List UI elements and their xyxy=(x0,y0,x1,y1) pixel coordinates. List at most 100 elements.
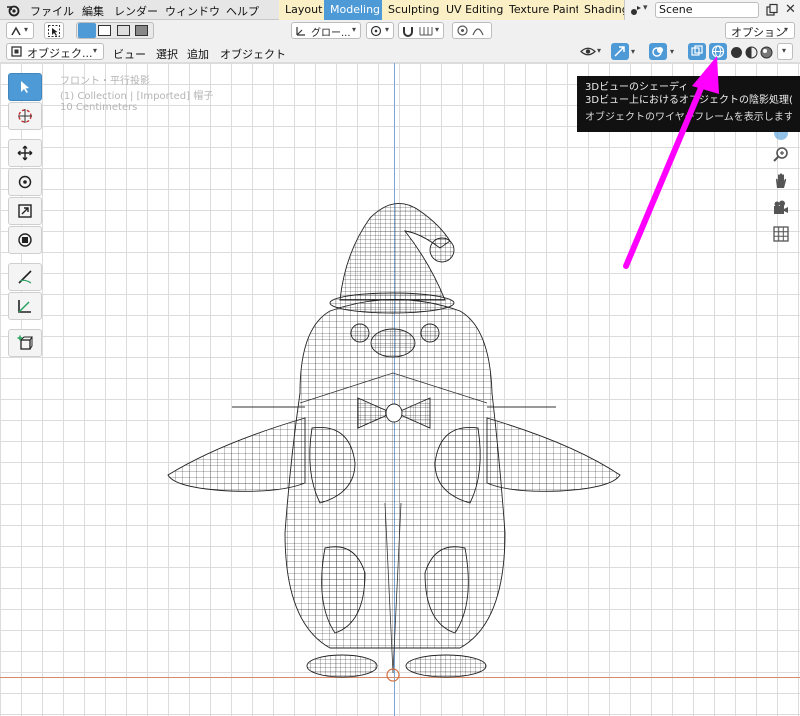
close-icon[interactable]: ✕ xyxy=(785,2,796,17)
tab-modeling[interactable]: Modeling xyxy=(324,0,388,20)
tooltip-description: オブジェクトのワイヤーフレームを表示します xyxy=(585,112,792,123)
cursor-tool[interactable] xyxy=(8,102,42,130)
options-dropdown[interactable]: オプション ▾ xyxy=(725,22,795,39)
select-tool-button[interactable] xyxy=(44,22,64,39)
transform-tool[interactable] xyxy=(8,226,42,254)
scene-selector: ▾ Scene ✕ xyxy=(624,0,800,20)
proportional-edit-icon[interactable] xyxy=(456,24,469,37)
select-new-icon[interactable] xyxy=(78,23,96,38)
tool-header: ▾ グロー... ▾ ▾ ▾ オプション ▾ xyxy=(0,20,800,41)
transform-icon xyxy=(18,233,32,247)
hand-pan-icon[interactable] xyxy=(771,171,791,191)
scene-icon[interactable] xyxy=(629,3,643,17)
scale-icon xyxy=(18,204,32,218)
xray-toggle[interactable] xyxy=(688,43,706,60)
options-label: オプション xyxy=(731,26,786,39)
material-preview-icon[interactable] xyxy=(745,46,758,59)
tab-texture-paint[interactable]: Texture Paint xyxy=(503,0,587,20)
annotate-tool[interactable] xyxy=(8,263,42,291)
mode-label: オブジェク... xyxy=(27,47,93,60)
move-arrows-icon xyxy=(17,145,33,161)
falloff-curve-icon[interactable] xyxy=(472,26,484,36)
add-cube-icon xyxy=(17,335,33,350)
pencil-icon xyxy=(18,270,32,284)
menu-window[interactable]: ウィンドウ xyxy=(165,3,220,19)
viewport-header: オブジェク... ▾ ビュー 選択 追加 オブジェクト ▾ ▾ ▾ ▾ xyxy=(0,41,800,63)
menu-file[interactable]: ファイル xyxy=(30,3,74,19)
shading-options-dropdown[interactable]: ▾ xyxy=(777,43,793,60)
visibility-dropdown[interactable]: ▾ xyxy=(578,43,606,60)
object-mode-icon xyxy=(11,46,22,57)
chevron-down-icon[interactable]: ▾ xyxy=(670,47,674,56)
3d-viewport[interactable]: フロント・平行投影 (1) Collection | [Imported] 帽子… xyxy=(0,63,800,716)
chevron-down-icon: ▾ xyxy=(93,46,98,55)
chevron-down-icon: ▾ xyxy=(782,46,787,55)
3d-cursor-icon xyxy=(18,109,32,123)
pivot-icon xyxy=(370,25,382,37)
move-tool[interactable] xyxy=(8,139,42,167)
top-menu-bar: ファイル 編集 レンダー ウィンドウ ヘルプ Layout Modeling S… xyxy=(0,0,800,20)
overlays-icon xyxy=(652,47,663,57)
menu-render[interactable]: レンダー xyxy=(114,3,158,19)
tab-uv-editing[interactable]: UV Editing xyxy=(440,0,511,20)
wireframe-shading-button[interactable] xyxy=(709,43,727,60)
select-box-tool[interactable] xyxy=(8,73,42,101)
measure-tool[interactable] xyxy=(8,292,42,320)
xray-icon xyxy=(691,45,703,56)
mode-dropdown[interactable]: オブジェク... ▾ xyxy=(6,43,104,60)
menu-view[interactable]: ビュー xyxy=(113,46,146,62)
snap-group: ▾ xyxy=(398,22,444,39)
pivot-point-dropdown[interactable]: ▾ xyxy=(366,22,394,39)
wireframe-sphere-icon xyxy=(711,45,725,58)
menu-edit[interactable]: 編集 xyxy=(82,3,104,19)
select-subtract-icon[interactable] xyxy=(117,25,130,36)
add-cube-tool[interactable] xyxy=(8,329,42,357)
tab-sculpting[interactable]: Sculpting xyxy=(382,0,447,20)
chevron-down-icon[interactable]: ▾ xyxy=(435,25,439,34)
tool-settings-dropdown[interactable]: ▾ xyxy=(6,22,34,39)
proportional-editing-group xyxy=(452,22,492,39)
selection-mode-group xyxy=(76,22,154,39)
select-invert-icon[interactable] xyxy=(135,25,148,36)
rotate-tool[interactable] xyxy=(8,168,42,196)
scene-name-field[interactable]: Scene xyxy=(655,2,759,18)
chevron-down-icon: ▾ xyxy=(385,25,390,34)
global-axis-icon xyxy=(296,27,305,36)
chevron-down-icon: ▾ xyxy=(352,25,357,34)
overlays-toggle[interactable] xyxy=(649,43,667,60)
chevron-down-icon[interactable]: ▾ xyxy=(643,3,648,13)
copy-icon[interactable] xyxy=(765,3,779,17)
menu-object[interactable]: オブジェクト xyxy=(220,46,286,62)
chevron-down-icon: ▾ xyxy=(24,25,29,34)
gizmo-icon xyxy=(614,46,625,57)
gizmo-toggle[interactable] xyxy=(611,43,629,60)
magnet-icon[interactable] xyxy=(401,24,415,38)
snap-increment-icon[interactable] xyxy=(419,25,433,37)
camera-icon[interactable] xyxy=(771,198,791,218)
grid-icon[interactable] xyxy=(771,224,791,244)
chevron-down-icon: ▾ xyxy=(597,46,602,55)
transform-orientation-label: グロー... xyxy=(311,28,351,39)
select-extend-icon[interactable] xyxy=(98,25,111,36)
blender-logo-icon[interactable] xyxy=(6,3,20,17)
cursor-box-icon xyxy=(48,25,60,37)
rotate-icon xyxy=(18,175,32,189)
menu-help[interactable]: ヘルプ xyxy=(226,3,259,19)
transform-orientation-dropdown[interactable]: グロー... ▾ xyxy=(291,22,361,39)
penguin-wireframe-model[interactable] xyxy=(0,63,800,716)
rendered-shading-icon[interactable] xyxy=(760,46,773,59)
chevron-down-icon: ▾ xyxy=(784,25,789,34)
tooltip-subtitle: 3Dビュー上におけるオブジェクトの陰影処理(シェ xyxy=(585,95,792,106)
zoom-icon[interactable] xyxy=(771,145,791,165)
cursor-icon xyxy=(21,81,29,93)
chevron-down-icon[interactable]: ▾ xyxy=(631,47,635,56)
menu-select[interactable]: 選択 xyxy=(156,46,178,62)
eye-icon xyxy=(580,47,596,56)
ruler-icon xyxy=(18,300,31,313)
solid-shading-icon[interactable] xyxy=(730,46,743,59)
tool-icon xyxy=(11,26,21,36)
tooltip-title: 3Dビューのシェーディ xyxy=(585,82,689,93)
tab-layout[interactable]: Layout xyxy=(279,0,330,20)
scale-tool[interactable] xyxy=(8,197,42,225)
menu-add[interactable]: 追加 xyxy=(187,46,209,62)
